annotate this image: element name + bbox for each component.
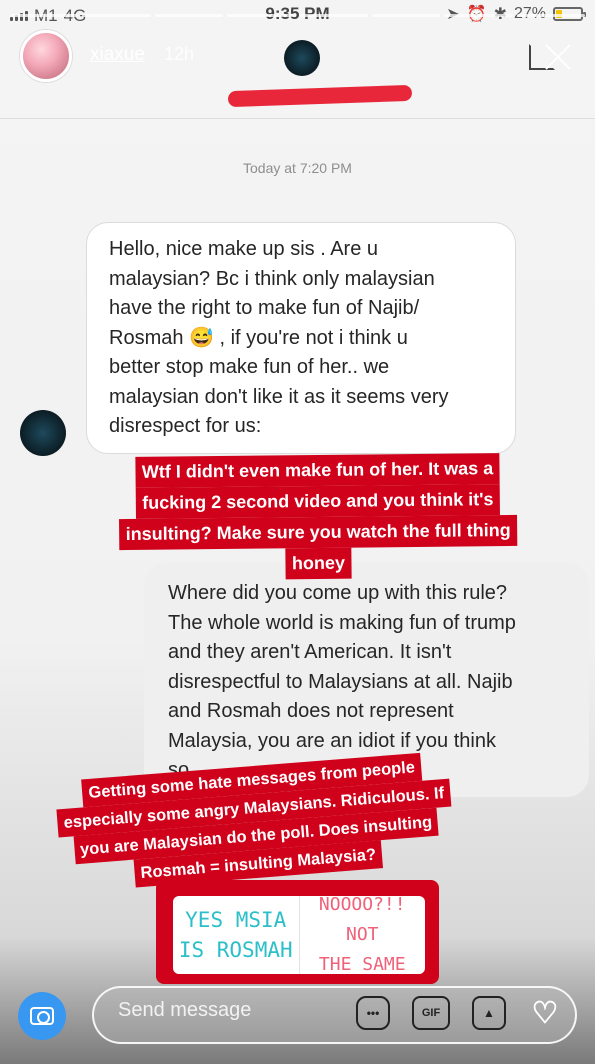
story-author-avatar[interactable]: [20, 30, 72, 82]
incoming-line: have the right to make fun of Najib/: [109, 297, 420, 319]
story-progress-bar: [10, 14, 585, 17]
photo-icon[interactable]: ▲: [472, 996, 506, 1030]
message-timestamp: Today at 7:20 PM: [243, 160, 352, 176]
thread-avatar: [284, 40, 320, 76]
poll-option-no[interactable]: NOOOO?!! NOT THE SAME: [300, 894, 426, 975]
story-progress-segment: [154, 14, 224, 17]
poll-option-yes-line: YES MSIA: [185, 908, 287, 932]
poll-option-no-line: NOOOO?!! NOT: [318, 894, 406, 945]
caption-line: insulting? Make sure you watch the full …: [119, 514, 517, 551]
story-progress-segment: [444, 14, 513, 17]
story-screen: M1 4G 9:35 PM ➤ ⏰ ✱ 27% xiaxue 12h Today…: [0, 0, 595, 1064]
camera-button[interactable]: [18, 992, 66, 1040]
story-progress-segment: [10, 14, 79, 17]
close-icon[interactable]: [543, 42, 573, 72]
incoming-line: malaysian don't like it as it seems very: [109, 385, 449, 408]
poll-option-yes[interactable]: YES MSIA IS ROSMAH: [173, 896, 300, 974]
poll-option-yes-line: IS ROSMAH: [178, 938, 293, 962]
incoming-line: disrespect for us:: [109, 415, 262, 437]
sender-avatar: [20, 410, 66, 456]
gif-button[interactable]: GIF: [412, 996, 450, 1030]
send-message-placeholder: Send message: [118, 999, 252, 1021]
story-age: 12h: [164, 44, 195, 64]
story-progress-segment: [516, 14, 585, 17]
outgoing-line: and they aren't American. It isn't: [168, 641, 452, 663]
incoming-line: Hello, nice make up sis . Are u: [109, 238, 379, 260]
outgoing-line: The whole world is making fun of trump: [168, 611, 516, 634]
message-composer: Send message ••• GIF ▲ ♡: [0, 986, 595, 1064]
outgoing-line: Where did you come up with this rule?: [168, 582, 508, 604]
thread-divider: [0, 118, 595, 119]
reply-caption: Wtf I didn't even make fun of her. It wa…: [91, 453, 544, 582]
story-progress-segment: [82, 14, 151, 17]
caption-line: fucking 2 second video and you think it'…: [136, 484, 500, 519]
more-options-icon[interactable]: •••: [356, 996, 390, 1030]
poll-sticker: YES MSIA IS ROSMAH NOOOO?!! NOT THE SAME: [173, 894, 426, 975]
poll-option-no-line: THE SAME: [318, 954, 406, 975]
outgoing-line: disrespectful to Malaysians at all. Naji…: [168, 670, 513, 693]
story-progress-segment: [371, 14, 441, 17]
outgoing-line: Malaysia, you are an idiot if you think: [168, 729, 496, 752]
incoming-line: Rosmah 😅 , if you're not i think u: [109, 326, 408, 349]
heart-icon[interactable]: ♡: [528, 996, 562, 1030]
caption-line: Wtf I didn't even make fun of her. It wa…: [135, 453, 500, 488]
story-progress-segment: [299, 14, 368, 17]
incoming-message-bubble: Hello, nice make up sis . Are u malaysia…: [86, 222, 516, 454]
story-progress-segment: [227, 14, 296, 17]
outgoing-line: and Rosmah does not represent: [168, 700, 454, 722]
camera-icon: [30, 1007, 54, 1025]
poll-intro-caption: Getting some hate messages from people e…: [16, 748, 493, 897]
incoming-line: better stop make fun of her.. we: [109, 356, 390, 378]
incoming-line: malaysian? Bc i think only malaysian: [109, 267, 435, 290]
caption-line: honey: [285, 547, 352, 580]
story-author-name[interactable]: xiaxue: [90, 44, 145, 66]
